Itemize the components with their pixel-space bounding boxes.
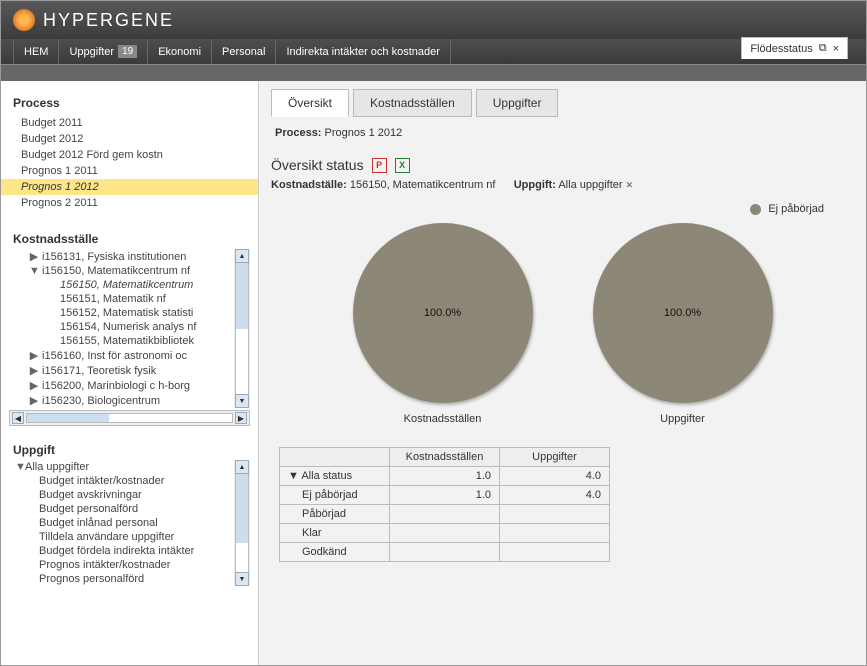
float-tab-flodesstatus[interactable]: Flödesstatus ⧉ × — [741, 37, 848, 59]
expand-icon[interactable]: ▼ — [288, 470, 301, 482]
uppgift-item[interactable]: Budget fördela indirekta intäkter — [9, 544, 250, 558]
scroll-down-icon[interactable]: ▼ — [235, 572, 249, 586]
nav-bar: HEM Uppgifter 19 Ekonomi Personal Indire… — [1, 39, 866, 65]
tree-row[interactable]: ▶ i156160, Inst för astronomi oc — [9, 348, 250, 363]
table-row: ▼ Alla status1.04.0 — [280, 467, 610, 486]
brand-text: HYPERGENE — [43, 10, 174, 31]
table-row: Godkänd — [280, 543, 610, 562]
tree-row[interactable]: ▼ i156150, Matematikcentrum nf — [9, 264, 250, 278]
process-item[interactable]: Budget 2011 — [1, 115, 258, 131]
process-item[interactable]: Budget 2012 Förd gem kostn — [1, 147, 258, 163]
nav-ekonomi[interactable]: Ekonomi — [148, 39, 212, 64]
hscroll[interactable]: ◀ ▶ — [9, 410, 250, 426]
tree-row[interactable]: ▶ i156131, Fysiska institutionen — [9, 249, 250, 264]
tree-row[interactable]: 156155, Matematikbibliotek — [9, 334, 250, 348]
sub-bar — [1, 65, 866, 81]
tab-kostnadsställen[interactable]: Kostnadsställen — [353, 89, 472, 117]
scroll-down-icon[interactable]: ▼ — [235, 394, 249, 408]
pdf-icon[interactable]: P — [372, 158, 387, 173]
process-item[interactable]: Prognos 2 2011 — [1, 195, 258, 211]
filter-line: Kostnadställe: 156150, Matematikcentrum … — [271, 179, 854, 191]
uppgift-item[interactable]: Tilldela användare uppgifter — [9, 530, 250, 544]
tab-uppgifter[interactable]: Uppgifter — [476, 89, 559, 117]
uppgift-item[interactable]: Prognos intäkter/kostnader — [9, 558, 250, 572]
status-table: KostnadsställenUppgifter ▼ Alla status1.… — [279, 447, 610, 562]
tree-row[interactable]: 156152, Matematisk statisti — [9, 306, 250, 320]
pie-label: Kostnadsställen — [353, 413, 533, 425]
section-title-upp: Uppgift — [1, 440, 258, 460]
pie-label: Uppgifter — [593, 413, 773, 425]
tree-row[interactable]: ▶ i156171, Teoretisk fysik — [9, 363, 250, 378]
main-panel: ÖversiktKostnadsställenUppgifter Process… — [259, 81, 866, 665]
uppgift-item[interactable]: Prognos personalförd — [9, 572, 250, 586]
legend-dot-icon — [750, 204, 761, 215]
process-line: Process: Prognos 1 2012 — [275, 127, 854, 139]
tab-översikt[interactable]: Översikt — [271, 89, 349, 117]
tree-row[interactable]: 156154, Numerisk analys nf — [9, 320, 250, 334]
close-icon[interactable]: × — [833, 43, 839, 55]
pie-chart: 100.0% — [353, 223, 533, 403]
legend: Ej påbörjad — [271, 203, 854, 215]
uppgift-item[interactable]: Budget inlånad personal — [9, 516, 250, 530]
tree-row[interactable]: ▶ i156230, Biologicentrum — [9, 393, 250, 408]
process-item[interactable]: Budget 2012 — [1, 131, 258, 147]
table-row: Påbörjad — [280, 505, 610, 524]
overview-title: Översikt status — [271, 157, 364, 173]
section-title-process: Process — [1, 93, 258, 113]
process-item[interactable]: Prognos 1 2011 — [1, 163, 258, 179]
table-header: Kostnadsställen — [390, 448, 500, 467]
scroll-left-icon[interactable]: ◀ — [12, 412, 24, 424]
table-header — [280, 448, 390, 467]
nav-uppgifter[interactable]: Uppgifter 19 — [59, 39, 148, 64]
uppgift-item[interactable]: Budget avskrivningar — [9, 488, 250, 502]
tree-row[interactable]: 156150, Matematikcentrum — [9, 278, 250, 292]
uppgift-item[interactable]: ▼Alla uppgifter — [9, 460, 250, 474]
pie-chart: 100.0% — [593, 223, 773, 403]
clear-filter-icon[interactable]: ✕ — [626, 180, 634, 190]
vscroll[interactable]: ▲ ▼ — [234, 249, 250, 408]
table-row: Klar — [280, 524, 610, 543]
logo-bar: HYPERGENE — [1, 1, 866, 39]
scroll-right-icon[interactable]: ▶ — [235, 412, 247, 424]
nav-personal[interactable]: Personal — [212, 39, 276, 64]
nav-badge: 19 — [118, 45, 137, 58]
process-item[interactable]: Prognos 1 2012 — [1, 179, 258, 195]
brand-icon — [13, 9, 35, 31]
tree-row[interactable]: ▶ i156200, Marinbiologi c h-borg — [9, 378, 250, 393]
excel-icon[interactable]: X — [395, 158, 410, 173]
table-header: Uppgifter — [500, 448, 610, 467]
section-title-kost: Kostnadsställe — [1, 229, 258, 249]
uppgift-item[interactable]: Budget intäkter/kostnader — [9, 474, 250, 488]
scroll-up-icon[interactable]: ▲ — [235, 460, 249, 474]
table-row: Ej påbörjad1.04.0 — [280, 486, 610, 505]
popup-icon[interactable]: ⧉ — [819, 42, 827, 55]
vscroll-upp[interactable]: ▲ ▼ — [234, 460, 250, 586]
uppgift-item[interactable]: Budget personalförd — [9, 502, 250, 516]
tree-row[interactable]: 156151, Matematik nf — [9, 292, 250, 306]
sidebar: Process Budget 2011Budget 2012Budget 201… — [1, 81, 259, 665]
scroll-up-icon[interactable]: ▲ — [235, 249, 249, 263]
nav-indirekta[interactable]: Indirekta intäkter och kostnader — [276, 39, 450, 64]
nav-hem[interactable]: HEM — [13, 39, 59, 64]
